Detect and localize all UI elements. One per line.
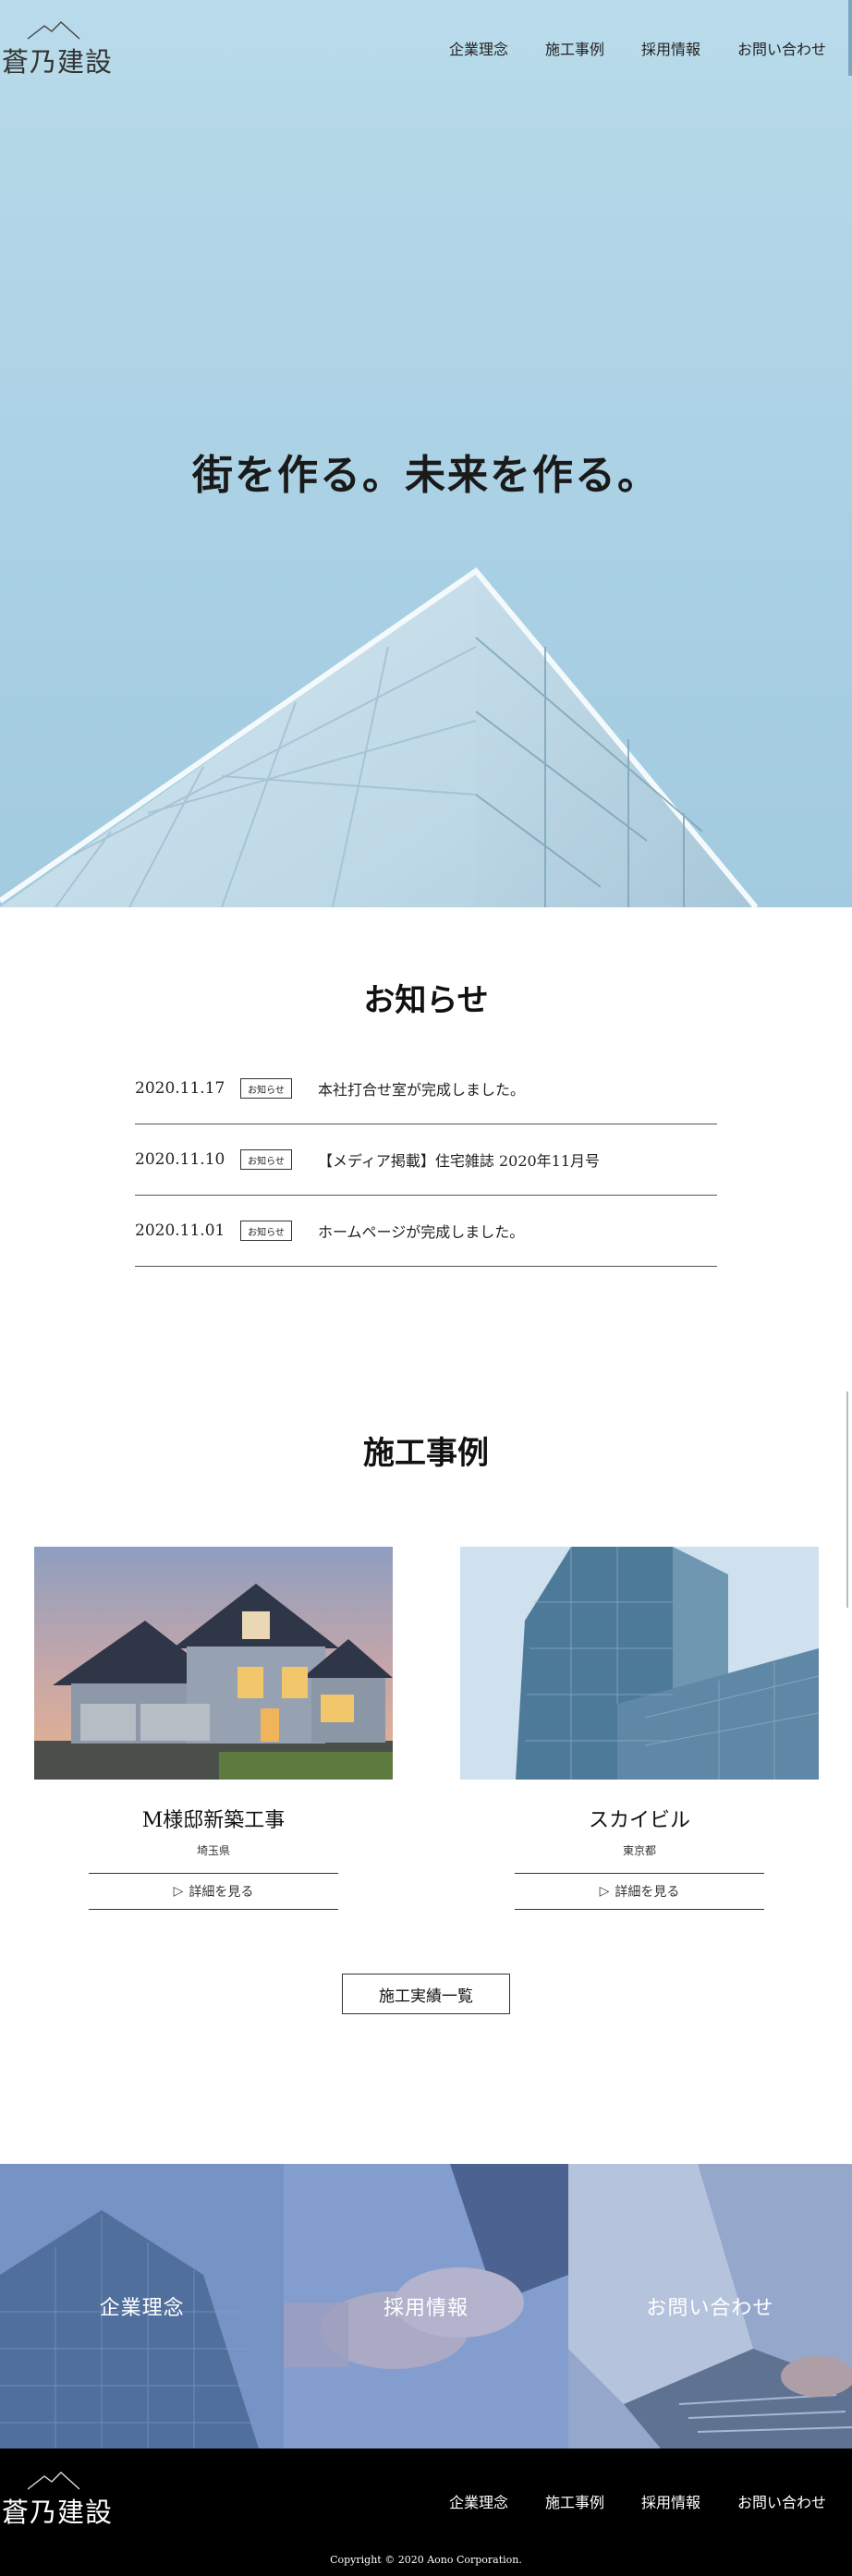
news-badge: お知らせ <box>240 1221 292 1241</box>
news-text[interactable]: 本社打合せ室が完成しました。 <box>318 1077 525 1100</box>
global-nav: 企業理念 施工事例 採用情報 お問い合わせ <box>449 37 826 59</box>
news-item[interactable]: 2020.11.17 お知らせ 本社打合せ室が完成しました。 <box>135 1053 717 1124</box>
news-list: 2020.11.17 お知らせ 本社打合せ室が完成しました。 2020.11.1… <box>135 1053 717 1267</box>
work-card: スカイビル 東京都 ▷ 詳細を見る <box>460 1547 819 1910</box>
detail-label: 詳細を見る <box>189 1885 254 1900</box>
footer-nav-recruit[interactable]: 採用情報 <box>641 2490 700 2512</box>
work-detail-link[interactable]: ▷ 詳細を見る <box>515 1873 764 1910</box>
works-title: 施工事例 <box>363 1435 489 1472</box>
news-text[interactable]: ホームページが完成しました。 <box>318 1220 524 1242</box>
news-item[interactable]: 2020.11.10 お知らせ 【メディア掲載】住宅雑誌 2020年11月号 <box>135 1124 717 1196</box>
work-name: スカイビル <box>588 1809 690 1832</box>
news-item[interactable]: 2020.11.01 お知らせ ホームページが完成しました。 <box>135 1196 717 1267</box>
hero-title: 街を作る。未来を作る。 <box>192 452 660 499</box>
banner-label: お問い合わせ <box>646 2297 774 2320</box>
nav-item-recruit[interactable]: 採用情報 <box>641 37 700 59</box>
news-date: 2020.11.10 <box>135 1150 225 1169</box>
news-badge: お知らせ <box>240 1149 292 1170</box>
footer-nav-philosophy[interactable]: 企業理念 <box>449 2490 508 2512</box>
brand-name: 蒼乃建設 <box>2 2497 114 2528</box>
banner-recruit[interactable]: 採用情報 <box>284 2164 568 2448</box>
work-card: M様邸新築工事 埼玉県 ▷ 詳細を見る <box>34 1547 393 1910</box>
works-list-button[interactable]: 施工実績一覧 <box>342 1974 510 2014</box>
banner-row: 企業理念 採用情報 お問い合わせ <box>0 2164 852 2448</box>
footer-nav: 企業理念 施工事例 採用情報 お問い合わせ <box>449 2490 826 2512</box>
brand-logo[interactable]: 蒼乃建設 <box>0 20 120 78</box>
footer: 蒼乃建設 企業理念 施工事例 採用情報 お問い合わせ Copyright © 2… <box>0 2448 852 2576</box>
banner-label: 企業理念 <box>99 2297 185 2320</box>
news-badge: お知らせ <box>240 1078 292 1099</box>
detail-label: 詳細を見る <box>615 1885 680 1900</box>
hero-section: 蒼乃建設 企業理念 施工事例 採用情報 お問い合わせ 街を作る。未来を作る。 <box>0 0 852 907</box>
nav-item-works[interactable]: 施工事例 <box>545 37 604 59</box>
banner-label: 採用情報 <box>383 2297 469 2320</box>
copyright: Copyright © 2020 Aono Corporation. <box>330 2554 522 2566</box>
mountain-icon <box>27 21 80 40</box>
play-triangle-icon: ▷ <box>173 1884 184 1899</box>
nav-item-philosophy[interactable]: 企業理念 <box>449 37 508 59</box>
work-location: 埼玉県 <box>196 1844 230 1857</box>
scroll-indicator <box>846 1391 848 1608</box>
work-name: M様邸新築工事 <box>141 1809 286 1832</box>
brand-name: 蒼乃建設 <box>2 46 114 78</box>
house-photo[interactable] <box>34 1547 393 1780</box>
news-title: お知らせ <box>363 982 489 1019</box>
news-text[interactable]: 【メディア掲載】住宅雑誌 2020年11月号 <box>318 1148 600 1171</box>
news-date: 2020.11.17 <box>135 1079 225 1098</box>
scrollbar[interactable] <box>848 0 852 76</box>
footer-nav-contact[interactable]: お問い合わせ <box>737 2490 826 2512</box>
skybuilding-photo[interactable] <box>460 1547 819 1780</box>
work-location: 東京都 <box>622 1844 656 1857</box>
play-triangle-icon: ▷ <box>599 1884 610 1899</box>
work-detail-link[interactable]: ▷ 詳細を見る <box>89 1873 338 1910</box>
news-date: 2020.11.01 <box>135 1221 225 1240</box>
nav-item-contact[interactable]: お問い合わせ <box>737 37 826 59</box>
mountain-icon <box>27 2472 80 2490</box>
banner-philosophy[interactable]: 企業理念 <box>0 2164 285 2448</box>
footer-nav-works[interactable]: 施工事例 <box>545 2490 604 2512</box>
banner-contact[interactable]: お問い合わせ <box>567 2164 852 2448</box>
footer-logo[interactable]: 蒼乃建設 <box>0 2471 120 2528</box>
